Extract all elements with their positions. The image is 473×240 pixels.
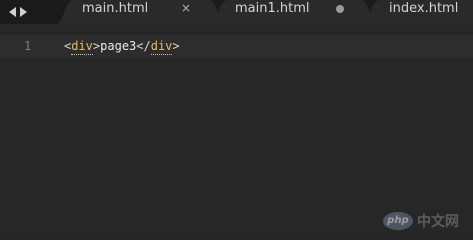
php-logo: php bbox=[383, 212, 413, 230]
element-text: page3 bbox=[100, 39, 137, 53]
tab-main-html[interactable]: main.html × bbox=[56, 0, 226, 24]
close-icon[interactable]: × bbox=[181, 1, 191, 15]
code-editor-window: main.html × main1.html index.html 1 <div… bbox=[0, 0, 473, 231]
watermark-text: 中文网 bbox=[417, 214, 459, 230]
editor-content[interactable]: 1 <div>page3</div> bbox=[0, 24, 473, 231]
tab-bar: main.html × main1.html index.html bbox=[0, 0, 473, 24]
line-number: 1 bbox=[24, 39, 32, 53]
arrow-left-icon[interactable] bbox=[9, 7, 16, 17]
tab-label: main1.html bbox=[235, 1, 310, 16]
tab-navigation bbox=[0, 0, 56, 24]
tab-index-html[interactable]: index.html bbox=[362, 0, 473, 24]
close-bracket: </ bbox=[136, 39, 151, 53]
modified-dot-icon bbox=[336, 5, 344, 13]
tab-label: index.html bbox=[389, 1, 459, 16]
tab-main1-html[interactable]: main1.html bbox=[210, 0, 378, 24]
close-tag-name: div bbox=[150, 39, 173, 55]
close-bracket-end: > bbox=[172, 39, 180, 53]
tab-label: main.html bbox=[82, 1, 149, 16]
code-line[interactable]: <div>page3</div> bbox=[64, 35, 180, 57]
watermark: php 中文网 bbox=[383, 211, 459, 231]
arrow-right-icon[interactable] bbox=[20, 7, 27, 17]
open-tag-name: div bbox=[71, 39, 93, 55]
